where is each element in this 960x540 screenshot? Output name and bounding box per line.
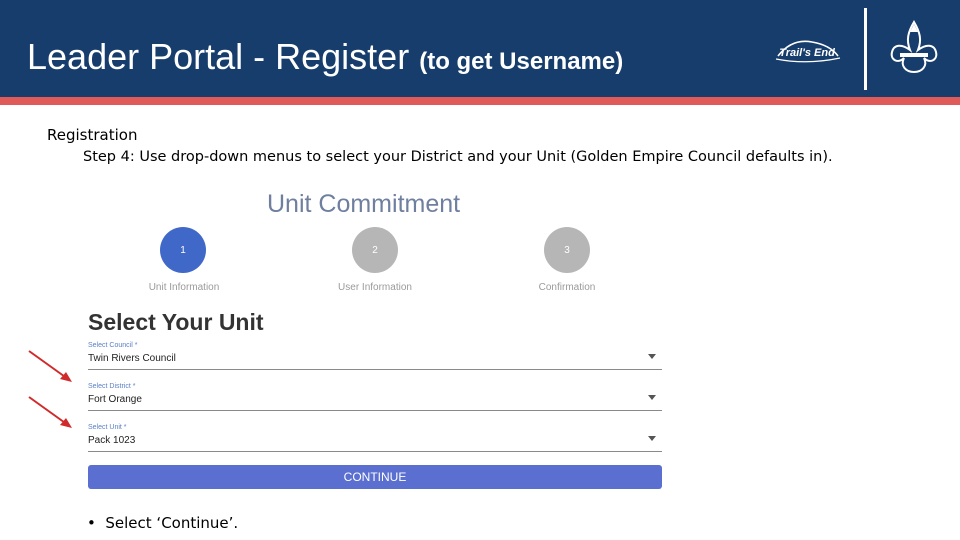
bullet-text: Select ‘Continue’. — [105, 514, 239, 532]
continue-bullet: • Select ‘Continue’. — [87, 514, 238, 532]
council-select[interactable]: Select Council * Twin Rivers Council — [88, 342, 662, 370]
slide-title: Leader Portal - Register (to get Usernam… — [27, 36, 623, 78]
trails-end-logo: Trail's End — [775, 40, 841, 63]
slide-title-main: Leader Portal - Register — [27, 36, 410, 77]
council-select-value: Twin Rivers Council — [88, 353, 176, 364]
dropdown-caret-icon — [648, 395, 656, 400]
slide-title-sub: (to get Username) — [419, 48, 624, 75]
district-select-value: Fort Orange — [88, 394, 142, 405]
bullet-icon: • — [87, 514, 106, 532]
continue-button[interactable]: CONTINUE — [88, 465, 662, 489]
header-stripe — [0, 97, 960, 105]
district-select[interactable]: Select District * Fort Orange — [88, 383, 662, 411]
step-1-circle[interactable]: 1 — [160, 227, 206, 273]
dropdown-caret-icon — [648, 436, 656, 441]
registration-heading: Registration — [47, 126, 138, 144]
district-select-label: Select District * — [88, 383, 136, 390]
step-instruction: Step 4: Use drop-down menus to select yo… — [83, 149, 833, 165]
arrow-icon — [28, 396, 72, 428]
unit-select-label: Select Unit * — [88, 424, 127, 431]
unit-select-value: Pack 1023 — [88, 435, 136, 446]
trails-end-logo-text: Trail's End — [779, 47, 835, 59]
arrow-icon — [28, 350, 72, 382]
unit-commitment-title: Unit Commitment — [267, 190, 461, 218]
header-divider — [864, 8, 867, 90]
unit-select[interactable]: Select Unit * Pack 1023 — [88, 424, 662, 452]
step-2-circle[interactable]: 2 — [352, 227, 398, 273]
dropdown-caret-icon — [648, 354, 656, 359]
select-your-unit-title: Select Your Unit — [88, 309, 264, 335]
step-2-label: User Information — [338, 282, 412, 293]
council-select-label: Select Council * — [88, 342, 138, 349]
step-1-label: Unit Information — [148, 282, 220, 293]
step-3-circle[interactable]: 3 — [544, 227, 590, 273]
fleur-de-lis-logo — [890, 20, 938, 74]
step-3-label: Confirmation — [538, 282, 596, 293]
